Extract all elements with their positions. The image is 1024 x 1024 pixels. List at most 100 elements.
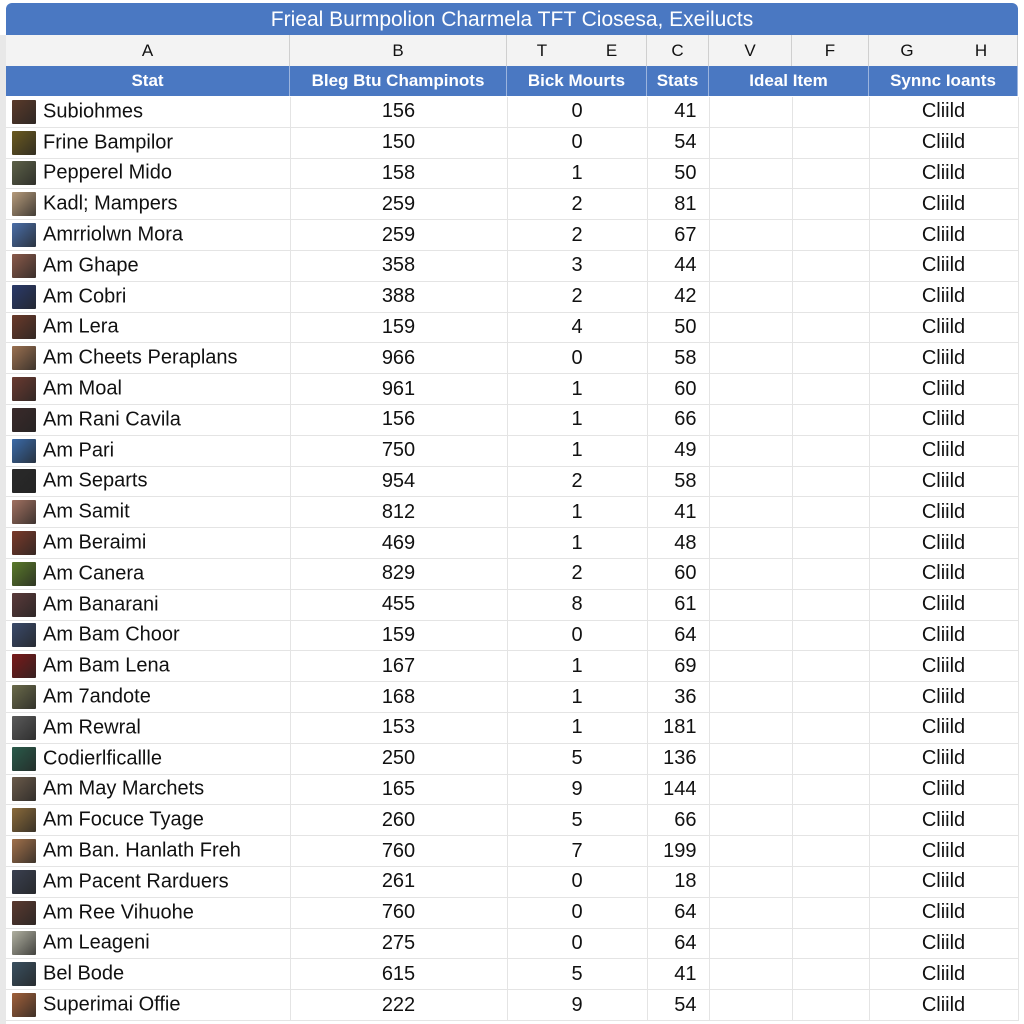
header-stats[interactable]: Stats xyxy=(647,66,709,96)
cell-champions[interactable]: 455 xyxy=(290,589,508,621)
cell-stats[interactable]: 136 xyxy=(647,743,710,775)
cell-synnc-ioants[interactable]: Cliild xyxy=(869,188,1019,221)
cell-synnc-ioants[interactable]: Cliild xyxy=(869,250,1019,282)
cell-bick-mourts[interactable]: 5 xyxy=(507,743,648,775)
cell-synnc-ioants[interactable]: Cliild xyxy=(869,466,1019,498)
cell-ideal-item-v[interactable] xyxy=(709,527,793,559)
cell-champions[interactable]: 222 xyxy=(290,989,508,1021)
column-letter-f[interactable]: F xyxy=(792,35,869,66)
cell-champions[interactable]: 159 xyxy=(290,312,508,344)
cell-synnc-ioants[interactable]: Cliild xyxy=(869,127,1019,159)
cell-bick-mourts[interactable]: 5 xyxy=(507,804,648,837)
cell-bick-mourts[interactable]: 3 xyxy=(507,250,648,282)
cell-stat[interactable]: Am Pacent Rarduers xyxy=(6,866,291,898)
cell-bick-mourts[interactable]: 0 xyxy=(507,97,648,128)
cell-stat[interactable]: Am Ban. Hanlath Freh xyxy=(6,835,291,867)
cell-champions[interactable]: 165 xyxy=(290,774,508,806)
cell-stat[interactable]: Subiohmes xyxy=(6,97,291,128)
cell-synnc-ioants[interactable]: Cliild xyxy=(869,589,1019,621)
cell-ideal-item-v[interactable] xyxy=(709,928,793,960)
cell-synnc-ioants[interactable]: Cliild xyxy=(869,158,1019,190)
cell-stats[interactable]: 18 xyxy=(647,866,710,898)
cell-stat[interactable]: Am Cheets Peraplans xyxy=(6,342,291,375)
column-letter-b[interactable]: B xyxy=(290,35,507,66)
cell-synnc-ioants[interactable]: Cliild xyxy=(869,558,1019,590)
cell-stats[interactable]: 50 xyxy=(647,158,710,190)
cell-ideal-item-v[interactable] xyxy=(709,312,793,344)
cell-ideal-item-v[interactable] xyxy=(709,158,793,190)
cell-synnc-ioants[interactable]: Cliild xyxy=(869,712,1019,744)
cell-ideal-item-f[interactable] xyxy=(792,435,870,467)
cell-ideal-item-f[interactable] xyxy=(792,527,870,559)
cell-ideal-item-f[interactable] xyxy=(792,620,870,652)
cell-champions[interactable]: 615 xyxy=(290,958,508,991)
cell-synnc-ioants[interactable]: Cliild xyxy=(869,620,1019,652)
cell-ideal-item-f[interactable] xyxy=(792,804,870,837)
cell-bick-mourts[interactable]: 8 xyxy=(507,589,648,621)
cell-ideal-item-f[interactable] xyxy=(792,404,870,436)
cell-synnc-ioants[interactable]: Cliild xyxy=(869,989,1019,1021)
cell-synnc-ioants[interactable]: Cliild xyxy=(869,681,1019,713)
cell-stat[interactable]: Am Focuce Tyage xyxy=(6,804,291,837)
cell-stat[interactable]: Am Canera xyxy=(6,558,291,590)
cell-stats[interactable]: 41 xyxy=(647,97,710,128)
cell-synnc-ioants[interactable]: Cliild xyxy=(869,774,1019,806)
cell-stat[interactable]: Am Bam Choor xyxy=(6,620,291,652)
cell-stats[interactable]: 58 xyxy=(647,466,710,498)
cell-stat[interactable]: Am Rewral xyxy=(6,712,291,744)
cell-stats[interactable]: 41 xyxy=(647,958,710,991)
cell-champions[interactable]: 954 xyxy=(290,466,508,498)
cell-ideal-item-v[interactable] xyxy=(709,897,793,929)
cell-ideal-item-f[interactable] xyxy=(792,312,870,344)
header-stat[interactable]: Stat xyxy=(6,66,290,96)
cell-champions[interactable]: 259 xyxy=(290,188,508,221)
cell-ideal-item-v[interactable] xyxy=(709,589,793,621)
cell-champions[interactable]: 275 xyxy=(290,928,508,960)
cell-ideal-item-f[interactable] xyxy=(792,97,870,128)
cell-stat[interactable]: Am Ree Vihuohe xyxy=(6,897,291,929)
column-letter-a[interactable]: A xyxy=(6,35,290,66)
cell-ideal-item-v[interactable] xyxy=(709,989,793,1021)
header-champions[interactable]: Bleg Btu Champinots xyxy=(290,66,507,96)
cell-bick-mourts[interactable]: 1 xyxy=(507,373,648,405)
cell-champions[interactable]: 961 xyxy=(290,373,508,405)
cell-bick-mourts[interactable]: 2 xyxy=(507,188,648,221)
header-ideal-item[interactable]: Ideal Item xyxy=(709,66,869,96)
cell-ideal-item-v[interactable] xyxy=(709,866,793,898)
cell-ideal-item-v[interactable] xyxy=(709,281,793,313)
cell-ideal-item-f[interactable] xyxy=(792,127,870,159)
cell-ideal-item-v[interactable] xyxy=(709,435,793,467)
cell-ideal-item-f[interactable] xyxy=(792,774,870,806)
cell-stat[interactable]: Am Cobri xyxy=(6,281,291,313)
cell-stats[interactable]: 199 xyxy=(647,835,710,867)
cell-champions[interactable]: 150 xyxy=(290,127,508,159)
cell-stat[interactable]: Frine Bampilor xyxy=(6,127,291,159)
cell-stat[interactable]: Am 7andote xyxy=(6,681,291,713)
cell-bick-mourts[interactable]: 0 xyxy=(507,127,648,159)
cell-champions[interactable]: 966 xyxy=(290,342,508,375)
cell-champions[interactable]: 750 xyxy=(290,435,508,467)
cell-bick-mourts[interactable]: 1 xyxy=(507,527,648,559)
cell-stats[interactable]: 54 xyxy=(647,989,710,1021)
cell-stats[interactable]: 66 xyxy=(647,804,710,837)
cell-ideal-item-v[interactable] xyxy=(709,650,793,683)
cell-ideal-item-v[interactable] xyxy=(709,558,793,590)
cell-ideal-item-f[interactable] xyxy=(792,558,870,590)
cell-synnc-ioants[interactable]: Cliild xyxy=(869,342,1019,375)
cell-synnc-ioants[interactable]: Cliild xyxy=(869,958,1019,991)
cell-synnc-ioants[interactable]: Cliild xyxy=(869,527,1019,559)
cell-ideal-item-f[interactable] xyxy=(792,342,870,375)
cell-bick-mourts[interactable]: 1 xyxy=(507,435,648,467)
cell-stats[interactable]: 64 xyxy=(647,928,710,960)
cell-stat[interactable]: Am Beraimi xyxy=(6,527,291,559)
cell-bick-mourts[interactable]: 0 xyxy=(507,620,648,652)
cell-synnc-ioants[interactable]: Cliild xyxy=(869,219,1019,251)
column-letter-g[interactable]: G xyxy=(869,35,945,66)
cell-stat[interactable]: Superimai Offie xyxy=(6,989,291,1021)
cell-bick-mourts[interactable]: 9 xyxy=(507,774,648,806)
cell-synnc-ioants[interactable]: Cliild xyxy=(869,373,1019,405)
cell-champions[interactable]: 829 xyxy=(290,558,508,590)
cell-synnc-ioants[interactable]: Cliild xyxy=(869,743,1019,775)
cell-ideal-item-f[interactable] xyxy=(792,712,870,744)
cell-synnc-ioants[interactable]: Cliild xyxy=(869,404,1019,436)
